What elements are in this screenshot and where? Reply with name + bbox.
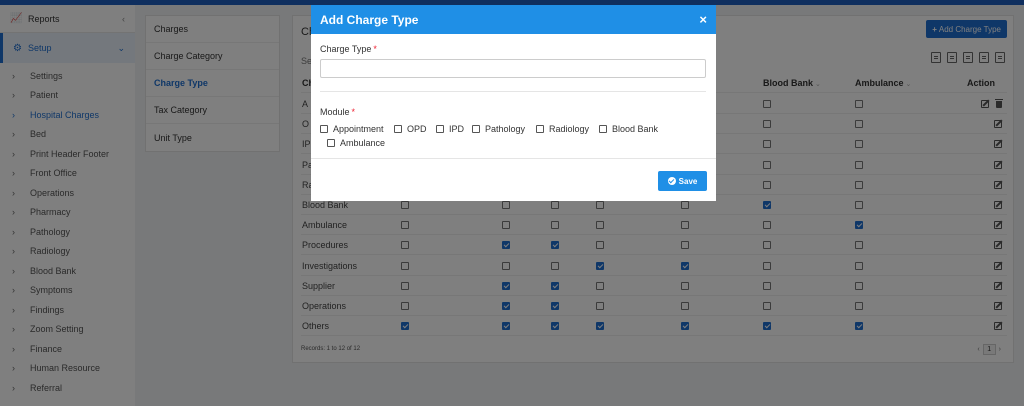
module-option-pathology[interactable]: Pathology: [472, 124, 525, 134]
module-option-label: Radiology: [549, 124, 590, 134]
module-option-label: Appointment: [333, 124, 384, 134]
module-option-label: OPD: [407, 124, 427, 134]
module-option-label: Pathology: [485, 124, 526, 134]
module-checkbox[interactable]: [394, 125, 402, 133]
charge-type-input[interactable]: [320, 59, 706, 78]
required-marker: *: [373, 44, 377, 54]
module-option-appointment[interactable]: Appointment: [320, 124, 384, 134]
module-option-opd[interactable]: OPD: [394, 124, 427, 134]
module-label: Module *: [320, 107, 355, 117]
module-option-blood-bank[interactable]: Blood Bank: [599, 124, 658, 134]
save-label: Save: [678, 176, 698, 186]
save-button[interactable]: Save: [658, 171, 707, 191]
module-checkbox[interactable]: [472, 125, 480, 133]
module-option-ipd[interactable]: IPD: [436, 124, 464, 134]
close-icon[interactable]: ×: [699, 13, 707, 26]
module-option-label: Ambulance: [340, 138, 386, 148]
modal-title: Add Charge Type: [320, 12, 419, 27]
module-checkbox[interactable]: [599, 125, 607, 133]
required-marker: *: [351, 107, 356, 117]
module-checkbox[interactable]: [536, 125, 544, 133]
module-option-label: IPD: [449, 124, 465, 134]
modal-header: Add Charge Type ×: [311, 5, 716, 34]
charge-type-label: Charge Type *: [320, 44, 377, 54]
module-label-text: Module: [320, 107, 350, 117]
check-circle-icon: [667, 177, 676, 185]
add-charge-type-modal: Add Charge Type × Charge Type * Module * A…: [311, 5, 716, 201]
module-checkbox[interactable]: [327, 139, 335, 147]
module-option-ambulance[interactable]: Ambulance: [327, 138, 385, 148]
charge-type-label-text: Charge Type: [320, 44, 372, 54]
module-option-label: Blood Bank: [612, 124, 659, 134]
module-checkbox[interactable]: [436, 125, 444, 133]
modal-footer-divider: [311, 158, 716, 159]
module-option-radiology[interactable]: Radiology: [536, 124, 589, 134]
module-checkbox[interactable]: [320, 125, 328, 133]
modal-divider: [320, 91, 706, 92]
